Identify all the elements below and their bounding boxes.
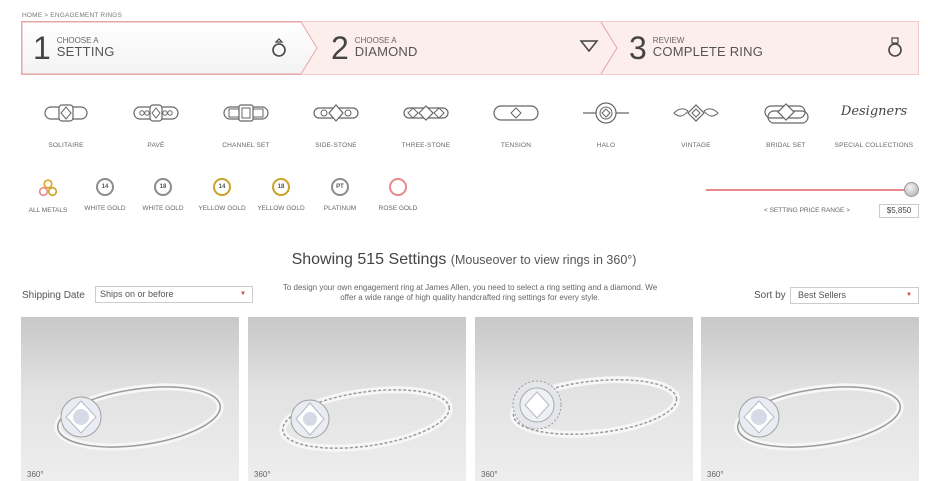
style-halo[interactable]: HALO — [558, 98, 654, 149]
tension-ring-icon — [493, 105, 539, 121]
ring-product-image — [509, 376, 681, 438]
metal-swatch — [389, 178, 407, 196]
style-label: SOLITAIRE — [48, 142, 84, 149]
step-number: 3 — [629, 30, 647, 66]
metal-label: PLATINUM — [323, 205, 357, 212]
metal-label: WHITE GOLD — [84, 205, 126, 212]
rotate-360-icon[interactable]: 360° — [481, 470, 498, 479]
style-label: SIDE-STONE — [315, 142, 357, 149]
style-vintage[interactable]: VINTAGE — [648, 98, 744, 149]
breadcrumb[interactable]: HOME > ENGAGEMENT RINGS — [22, 12, 122, 19]
metal-rose-gold[interactable]: ROSE GOLD — [366, 178, 430, 212]
style-label: HALO — [596, 142, 616, 149]
style-label: BRIDAL SET — [766, 142, 806, 149]
style-channel-set[interactable]: CHANNEL SET — [198, 98, 294, 149]
side-stone-ring-icon — [313, 104, 359, 122]
shipping-date-select[interactable]: Ships on or before ▼ — [95, 286, 253, 303]
rotate-360-icon[interactable]: 360° — [254, 470, 271, 479]
product-card[interactable]: 360° — [475, 317, 693, 481]
ring-product-image — [734, 383, 904, 451]
intro-text: To design your own engagement ring at Ja… — [282, 283, 658, 302]
style-label: CHANNEL SET — [222, 142, 270, 149]
sort-by-label: Sort by — [754, 290, 786, 301]
ring-product-image — [54, 383, 224, 451]
halo-ring-icon — [583, 102, 629, 124]
results-hint: (Mouseover to view rings in 360°) — [450, 253, 637, 267]
ring-product-image — [279, 386, 453, 452]
three-stone-ring-icon — [403, 105, 449, 121]
sort-by-select[interactable]: Best Sellers ▼ — [790, 287, 919, 304]
step-review-complete-ring[interactable]: 3 REVIEW COMPLETE RING — [629, 21, 763, 75]
step-label: DIAMOND — [354, 44, 418, 60]
metal-label: ROSE GOLD — [378, 205, 418, 212]
results-count: Showing 515 Settings — [291, 251, 447, 268]
metal-filter: ALL METALS 14 WHITE GOLD 18 WHITE GOLD 1… — [0, 178, 450, 222]
metal-all-metals[interactable]: ALL METALS — [16, 178, 80, 214]
metal-yellow-gold-18k[interactable]: 18 YELLOW GOLD — [249, 178, 313, 212]
shipping-date-value: Ships on or before — [100, 289, 174, 299]
steps-bar: 1 CHOOSE A SETTING 2 CHOOSE A DIAMOND 3 … — [21, 21, 919, 75]
style-pave[interactable]: PAVÉ — [108, 98, 204, 149]
metal-label: YELLOW GOLD — [257, 205, 305, 212]
style-bridal-set[interactable]: BRIDAL SET — [738, 98, 834, 149]
product-card[interactable]: 360° — [21, 317, 239, 481]
style-solitaire[interactable]: SOLITAIRE — [18, 98, 114, 149]
style-three-stone[interactable]: THREE-STONE — [378, 98, 474, 149]
metal-label: ALL METALS — [28, 207, 68, 214]
chevron-down-icon: ▼ — [240, 291, 246, 297]
style-special-collections[interactable]: Designers SPECIAL COLLECTIONS — [826, 98, 922, 149]
step-choose-setting[interactable]: 1 CHOOSE A SETTING — [33, 21, 115, 75]
price-range-label: < SETTING PRICE RANGE > — [764, 207, 850, 214]
rotate-360-icon[interactable]: 360° — [707, 470, 724, 479]
step-label: SETTING — [56, 44, 115, 60]
metal-swatch: 18 — [154, 178, 172, 196]
price-max-input[interactable]: $5,850 — [879, 204, 919, 218]
style-label: PAVÉ — [147, 142, 165, 149]
rotate-360-icon[interactable]: 360° — [27, 470, 44, 479]
style-label: TENSION — [500, 142, 532, 149]
metal-white-gold-14k[interactable]: 14 WHITE GOLD — [73, 178, 137, 212]
results-heading: Showing 515 Settings (Mouseover to view … — [0, 251, 928, 269]
style-side-stone[interactable]: SIDE-STONE — [288, 98, 384, 149]
vintage-ring-icon — [673, 104, 719, 122]
product-card[interactable]: 360° — [701, 317, 919, 481]
price-range-track[interactable] — [706, 189, 912, 191]
style-tension[interactable]: TENSION — [468, 98, 564, 149]
steps-background — [21, 21, 919, 75]
sort-by-value: Best Sellers — [798, 290, 847, 300]
step-number: 1 — [33, 30, 51, 66]
solitaire-ring-icon — [44, 104, 88, 122]
ring-icon — [888, 37, 902, 57]
diamond-icon — [579, 40, 599, 53]
bridal-set-ring-icon — [764, 103, 809, 124]
all-metals-icon — [38, 179, 58, 197]
metal-label: WHITE GOLD — [142, 205, 184, 212]
channel-set-ring-icon — [223, 104, 269, 122]
style-label: SPECIAL COLLECTIONS — [834, 142, 914, 149]
step-label: COMPLETE RING — [652, 44, 764, 60]
metal-yellow-gold-14k[interactable]: 14 YELLOW GOLD — [190, 178, 254, 212]
shipping-date-label: Shipping Date — [22, 290, 85, 301]
chevron-down-icon: ▼ — [906, 292, 912, 298]
ring-style-filter: SOLITAIRE PAVÉ CHANNEL SET SIDE-STONE TH… — [0, 98, 928, 158]
product-card[interactable]: 360° — [248, 317, 466, 481]
metal-white-gold-18k[interactable]: 18 WHITE GOLD — [131, 178, 195, 212]
style-label: THREE-STONE — [401, 142, 451, 149]
metal-swatch: 14 — [96, 178, 114, 196]
metal-swatch: 14 — [213, 178, 231, 196]
style-label: VINTAGE — [681, 142, 711, 149]
designers-logo: Designers — [840, 104, 908, 119]
ring-icon — [272, 38, 286, 57]
metal-label: YELLOW GOLD — [198, 205, 246, 212]
metal-platinum[interactable]: PT PLATINUM — [308, 178, 372, 212]
metal-swatch: 18 — [272, 178, 290, 196]
step-number: 2 — [331, 30, 349, 66]
pave-ring-icon — [133, 104, 179, 122]
price-range-handle[interactable] — [904, 182, 919, 197]
step-choose-diamond[interactable]: 2 CHOOSE A DIAMOND — [331, 21, 418, 75]
metal-swatch: PT — [331, 178, 349, 196]
